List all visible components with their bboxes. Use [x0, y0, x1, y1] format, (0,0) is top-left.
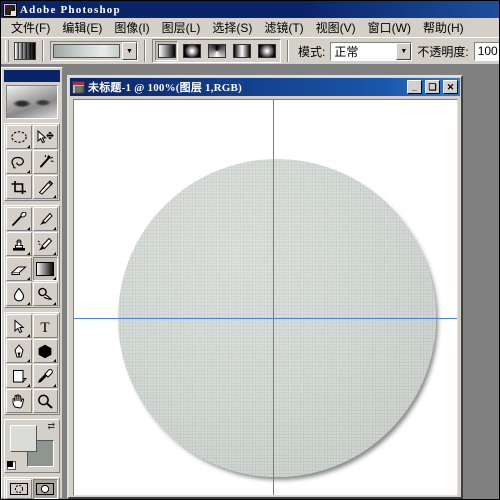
color-swatches: ⇄ [4, 419, 60, 473]
default-colors-icon[interactable] [7, 461, 16, 470]
application-title: Adobe Photoshop [20, 3, 121, 16]
opacity-input[interactable]: 100 [473, 41, 499, 61]
options-separator-3 [287, 40, 289, 62]
foreground-color-swatch[interactable] [10, 425, 37, 452]
menu-file[interactable]: 文件(F) [5, 17, 56, 38]
tool-options-bar: ▼ 模式: 正常 ▼ 不透明度: 100 [1, 37, 499, 65]
menu-help[interactable]: 帮助(H) [417, 17, 470, 38]
options-separator-1 [42, 40, 44, 62]
gradient-type-linear[interactable] [155, 41, 178, 61]
vertical-guide[interactable] [273, 100, 274, 495]
tool-flyout-corner-icon [53, 384, 56, 387]
menu-edit[interactable]: 编辑(E) [56, 17, 108, 38]
menu-view[interactable]: 视图(V) [310, 17, 362, 38]
document-title: 未标题-1 @ 100%(图层 1,RGB) [88, 82, 242, 94]
gradient-picker[interactable]: ▼ [50, 41, 138, 61]
canvas-frame [73, 99, 458, 496]
lasso-tool[interactable] [6, 150, 32, 174]
menu-layer[interactable]: 图层(L) [156, 17, 207, 38]
notes-tool[interactable] [6, 364, 32, 388]
minimize-button[interactable]: _ [407, 80, 422, 94]
hand-tool[interactable] [6, 389, 32, 413]
standard-mode-button[interactable] [6, 479, 32, 499]
document-body [70, 97, 460, 496]
options-bar-grip[interactable] [5, 40, 9, 62]
move-tool[interactable] [32, 125, 58, 149]
eraser-tool[interactable] [6, 257, 32, 281]
photoshop-application-window: Adobe Photoshop 文件(F) 编辑(E) 图像(I) 图层(L) … [0, 0, 500, 500]
tool-flyout-corner-icon [26, 302, 30, 305]
tool-group-vector: T [4, 312, 60, 415]
options-separator-2 [144, 40, 146, 62]
tool-flyout-corner-icon [53, 252, 56, 255]
zoom-tool[interactable] [32, 389, 58, 413]
eyedropper-tool[interactable] [32, 364, 58, 388]
tool-flyout-corner-icon [53, 359, 56, 362]
close-button[interactable]: ✕ [443, 80, 458, 94]
maximize-button[interactable]: ❑ [425, 80, 440, 94]
blend-mode-value: 正常 [334, 44, 359, 59]
elliptical-marquee-tool[interactable] [6, 125, 32, 149]
tool-flyout-corner-icon [53, 302, 56, 305]
menu-select[interactable]: 选择(S) [206, 17, 258, 38]
history-brush-tool[interactable] [32, 232, 58, 256]
clone-stamp-tool[interactable] [6, 232, 32, 256]
path-selection-tool[interactable] [6, 314, 32, 338]
dodge-tool[interactable] [32, 282, 58, 306]
gradient-preview-swatch[interactable] [53, 44, 120, 58]
type-tool[interactable]: T [32, 314, 58, 338]
tool-flyout-corner-icon [26, 384, 30, 387]
mode-label: 模式: [298, 44, 326, 59]
crop-tool[interactable] [6, 175, 32, 199]
swap-colors-icon[interactable]: ⇄ [47, 422, 55, 431]
tool-flyout-corner-icon [53, 195, 56, 198]
current-tool-icon [14, 42, 36, 60]
document-titlebar[interactable]: 未标题-1 @ 100%(图层 1,RGB) _ ❑ ✕ [70, 78, 460, 96]
blend-mode-select[interactable]: 正常 ▼ [330, 41, 413, 61]
pen-tool[interactable] [6, 339, 32, 363]
svg-text:T: T [41, 320, 50, 334]
tool-group-retouch [4, 205, 60, 308]
opacity-label: 不透明度: [417, 44, 469, 59]
image-canvas[interactable] [74, 100, 457, 495]
menu-image[interactable]: 图像(I) [108, 17, 155, 38]
menu-window[interactable]: 窗口(W) [362, 17, 417, 38]
chevron-down-icon[interactable]: ▼ [122, 42, 137, 60]
document-icon [72, 80, 85, 94]
tool-flyout-corner-icon [26, 359, 30, 362]
tool-flyout-corner-icon [26, 227, 30, 230]
gradient-tool[interactable] [32, 257, 58, 281]
gradient-type-angle[interactable] [205, 41, 228, 61]
healing-brush-tool[interactable] [6, 207, 32, 231]
tool-flyout-corner-icon [53, 227, 56, 230]
tool-flyout-corner-icon [26, 170, 30, 173]
horizontal-guide[interactable] [74, 318, 457, 319]
blur-tool[interactable] [6, 282, 32, 306]
application-titlebar: Adobe Photoshop [1, 1, 499, 18]
document-window: 未标题-1 @ 100%(图层 1,RGB) _ ❑ ✕ [67, 75, 463, 499]
tool-flyout-corner-icon [26, 334, 30, 337]
quickmask-group [4, 477, 60, 499]
quick-mask-mode-button[interactable] [32, 479, 58, 499]
shape-tool[interactable] [32, 339, 58, 363]
tool-group-selection [4, 123, 60, 201]
tool-flyout-corner-icon [26, 145, 30, 148]
tool-flyout-corner-icon [53, 277, 56, 280]
photoshop-app-icon[interactable] [3, 2, 17, 17]
brush-tool[interactable] [32, 207, 58, 231]
tool-flyout-corner-icon [26, 252, 30, 255]
gradient-type-group [152, 39, 281, 63]
gradient-type-radial[interactable] [180, 41, 203, 61]
menubar: 文件(F) 编辑(E) 图像(I) 图层(L) 选择(S) 滤镜(T) 视图(V… [1, 17, 499, 38]
tool-flyout-corner-icon [26, 277, 30, 280]
gradient-type-diamond[interactable] [255, 41, 278, 61]
magic-wand-tool[interactable] [32, 150, 58, 174]
chevron-down-icon[interactable]: ▼ [396, 42, 412, 60]
toolbox-titlebar[interactable] [4, 70, 60, 82]
slice-tool[interactable] [32, 175, 58, 199]
gradient-type-reflected[interactable] [230, 41, 253, 61]
menu-filter[interactable]: 滤镜(T) [258, 17, 309, 38]
toolbox-banner-image[interactable] [6, 85, 58, 119]
toolbox-palette: T ⇄ [1, 67, 63, 499]
